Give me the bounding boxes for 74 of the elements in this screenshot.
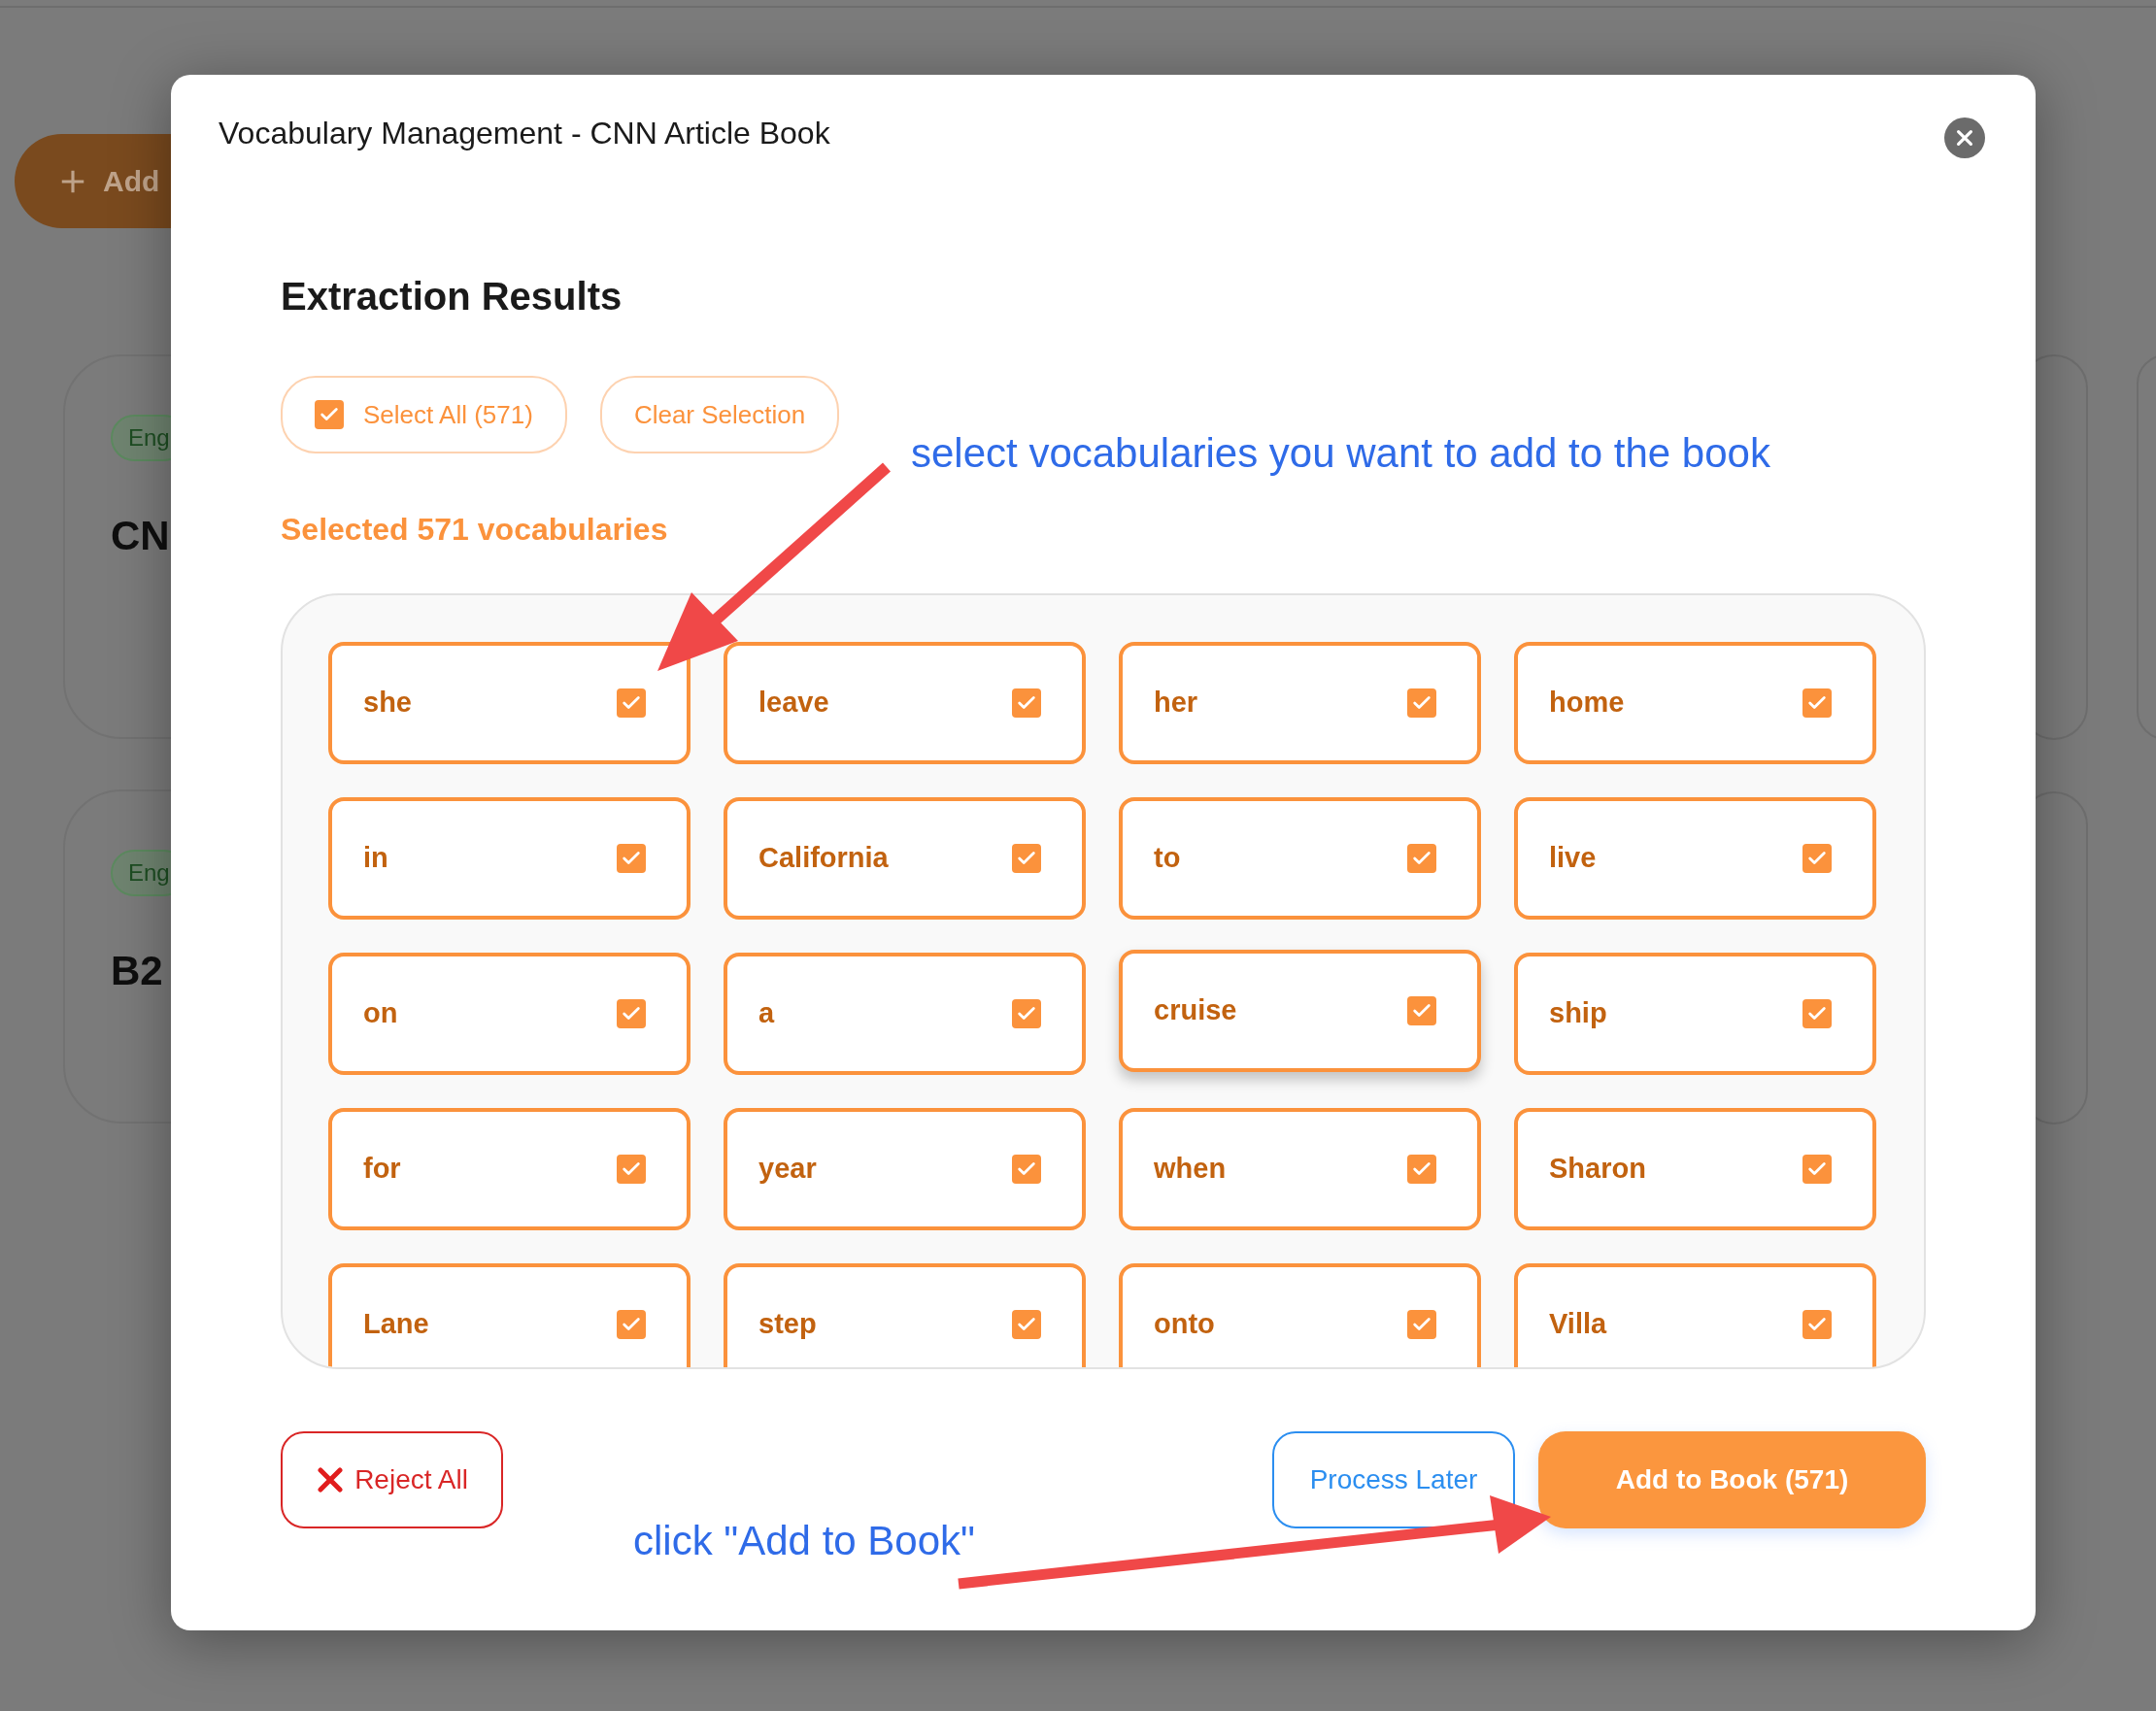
checkbox[interactable] — [1407, 1155, 1436, 1184]
word-card[interactable]: when — [1119, 1108, 1481, 1230]
checkbox[interactable] — [617, 688, 646, 718]
word-text: when — [1154, 1152, 1227, 1187]
add-to-book-button[interactable]: Add to Book (571) — [1538, 1431, 1926, 1528]
checkbox[interactable] — [617, 844, 646, 873]
checkbox[interactable] — [1012, 844, 1041, 873]
checkbox[interactable] — [1407, 996, 1436, 1025]
word-card[interactable]: Sharon — [1514, 1108, 1876, 1230]
word-text: for — [363, 1152, 401, 1187]
word-card[interactable]: a — [724, 953, 1086, 1075]
word-card[interactable]: California — [724, 797, 1086, 920]
word-card[interactable]: Lane — [328, 1263, 691, 1367]
word-text: Villa — [1549, 1307, 1607, 1342]
checkbox[interactable] — [315, 400, 344, 429]
word-card[interactable]: to — [1119, 797, 1481, 920]
selection-summary: Selected 571 vocabularies — [281, 511, 669, 549]
word-card[interactable]: cruise — [1119, 950, 1481, 1072]
word-card[interactable]: for — [328, 1108, 691, 1230]
close-icon — [1954, 127, 1975, 149]
word-text: step — [758, 1307, 817, 1342]
annotation-text: click "Add to Book" — [633, 1517, 975, 1565]
word-text: her — [1154, 686, 1198, 721]
word-card[interactable]: leave — [724, 642, 1086, 764]
checkbox[interactable] — [1802, 688, 1832, 718]
word-text: cruise — [1154, 993, 1237, 1028]
book-title: B2 — [111, 947, 163, 995]
checkbox[interactable] — [1012, 999, 1041, 1028]
close-button[interactable] — [1944, 117, 1985, 158]
checkbox[interactable] — [1802, 1155, 1832, 1184]
word-card[interactable]: home — [1514, 642, 1876, 764]
checkbox[interactable] — [1012, 1310, 1041, 1339]
word-card[interactable]: step — [724, 1263, 1086, 1367]
word-card[interactable]: Villa — [1514, 1263, 1876, 1367]
word-text: Lane — [363, 1307, 429, 1342]
word-card[interactable]: her — [1119, 642, 1481, 764]
checkbox[interactable] — [617, 1155, 646, 1184]
word-text: to — [1154, 841, 1181, 876]
checkbox[interactable] — [1802, 999, 1832, 1028]
word-text: home — [1549, 686, 1625, 721]
word-text: a — [758, 996, 775, 1031]
word-text: California — [758, 841, 889, 876]
word-card[interactable]: onto — [1119, 1263, 1481, 1367]
checkbox[interactable] — [617, 1310, 646, 1339]
word-card[interactable]: in — [328, 797, 691, 920]
word-card[interactable]: on — [328, 953, 691, 1075]
word-text: leave — [758, 686, 829, 721]
word-card[interactable]: she — [328, 642, 691, 764]
word-card[interactable]: year — [724, 1108, 1086, 1230]
annotation-text: select vocabularies you want to add to the book — [911, 429, 1770, 478]
word-text: she — [363, 686, 412, 721]
clear-selection-button[interactable]: Clear Selection — [599, 376, 840, 453]
close-icon — [316, 1465, 346, 1494]
word-text: in — [363, 841, 388, 876]
section-heading: Extraction Results — [281, 274, 623, 319]
word-text: live — [1549, 841, 1597, 876]
word-text: ship — [1549, 996, 1607, 1031]
checkbox[interactable] — [1407, 844, 1436, 873]
word-card[interactable]: ship — [1514, 953, 1876, 1075]
checkbox[interactable] — [1407, 688, 1436, 718]
checkbox[interactable] — [1802, 844, 1832, 873]
checkbox[interactable] — [617, 999, 646, 1028]
word-card[interactable]: live — [1514, 797, 1876, 920]
checkbox[interactable] — [1407, 1310, 1436, 1339]
word-text: onto — [1154, 1307, 1215, 1342]
word-text: year — [758, 1152, 817, 1187]
word-text: Sharon — [1549, 1152, 1646, 1187]
word-text: on — [363, 996, 398, 1031]
checkbox[interactable] — [1012, 1155, 1041, 1184]
reject-all-button[interactable]: Reject All — [281, 1431, 503, 1528]
select-all-button[interactable]: Select All (571) — [281, 376, 567, 453]
book-title: CN — [111, 512, 170, 560]
checkbox[interactable] — [1012, 688, 1041, 718]
checkbox[interactable] — [1802, 1310, 1832, 1339]
